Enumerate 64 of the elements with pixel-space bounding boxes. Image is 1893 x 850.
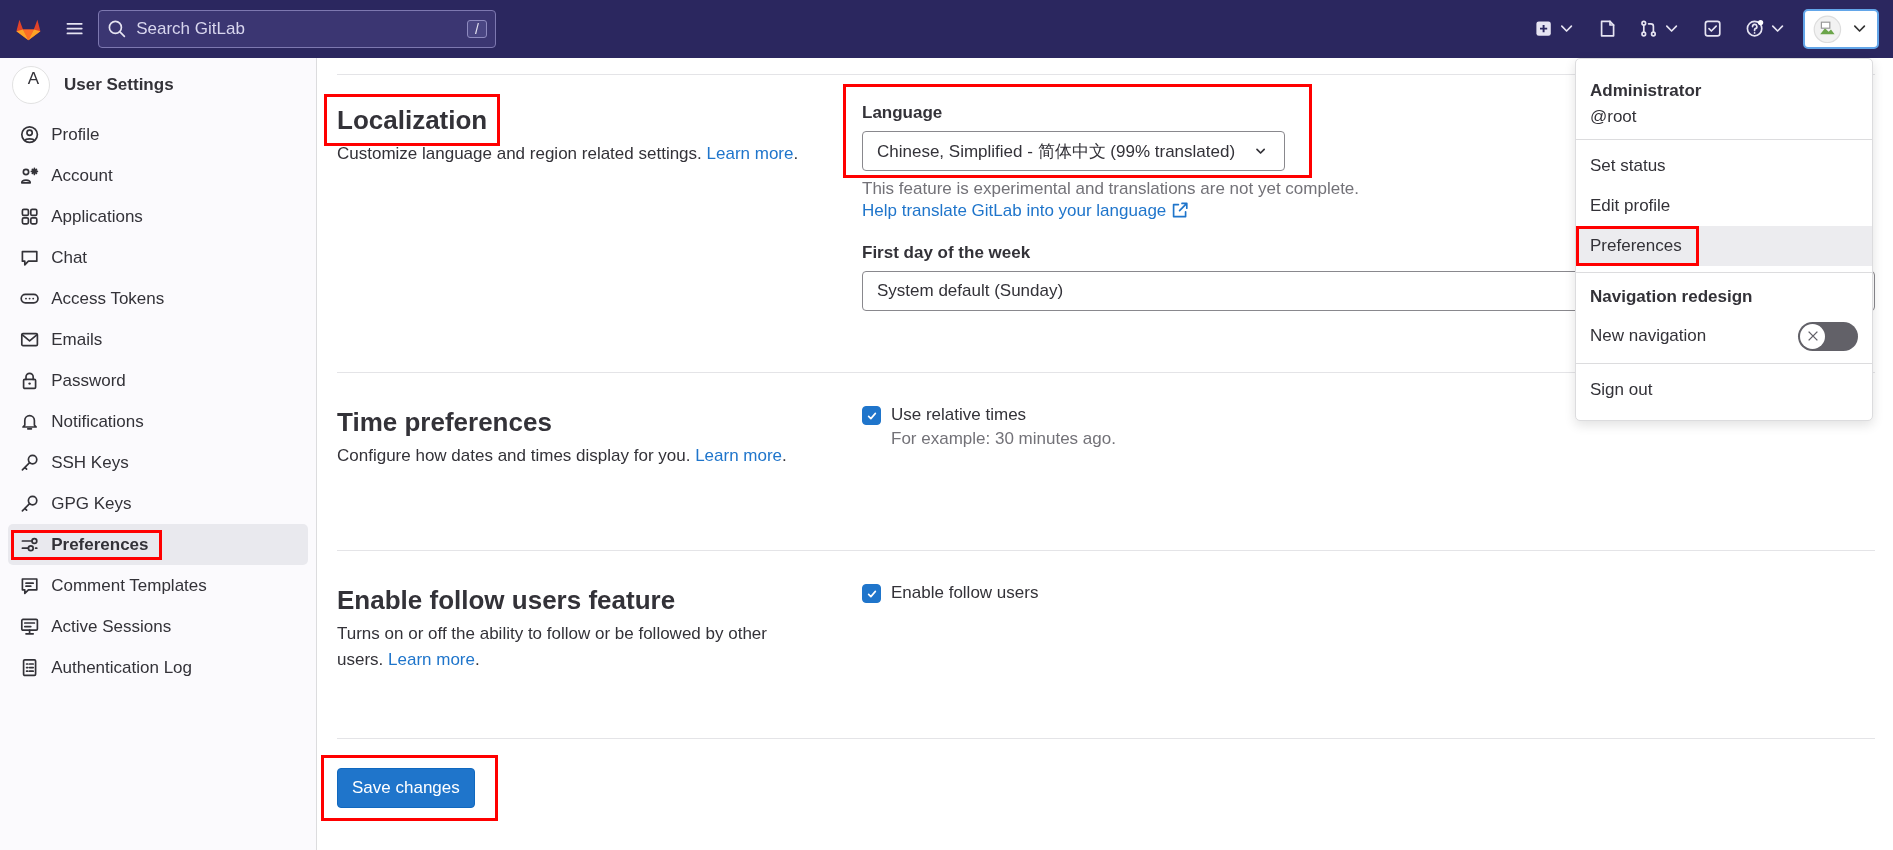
plus-square-icon bbox=[1533, 19, 1553, 39]
checkbox[interactable] bbox=[862, 406, 881, 425]
menu-item-label: Preferences bbox=[1590, 236, 1682, 255]
checkbox-icon bbox=[1703, 19, 1723, 39]
sidebar-item[interactable]: Profile bbox=[8, 114, 308, 155]
select-field[interactable]: Chinese, Simplified - 简体中文 (99% translated) bbox=[862, 131, 1286, 171]
user-name: Administrator bbox=[1590, 81, 1703, 101]
sidebar-item[interactable]: SSH Keys bbox=[8, 442, 308, 483]
menu-item[interactable]: Sign out bbox=[1576, 370, 1872, 410]
monitor-icon bbox=[20, 616, 40, 637]
sidebar-item[interactable]: GPG Keys bbox=[8, 483, 308, 524]
search-input[interactable]: Search GitLab bbox=[134, 18, 460, 40]
field-label: Language bbox=[862, 103, 943, 123]
key-icon bbox=[20, 493, 40, 514]
help-text: This feature is experimental and translations are not yet complete. bbox=[862, 179, 1361, 199]
sidebar-item[interactable]: Authentication Log bbox=[8, 647, 308, 688]
learn-more-link[interactable]: Learn more bbox=[388, 650, 475, 669]
search-field[interactable]: Search GitLab / bbox=[98, 10, 496, 48]
learn-more-link[interactable]: Learn more bbox=[695, 446, 783, 465]
checkbox-label: Use relative times bbox=[891, 405, 1027, 424]
field-label: First day of the week bbox=[862, 243, 1031, 263]
sidebar-title: User Settings bbox=[64, 75, 174, 95]
sidebar-item[interactable]: Comment Templates bbox=[8, 565, 308, 606]
sidebar-item[interactable]: Preferences bbox=[8, 524, 308, 565]
highlight-frame: Preferences bbox=[11, 529, 162, 560]
section-heading: Enable follow users feature bbox=[337, 584, 676, 617]
merge-request-icon bbox=[1639, 19, 1659, 39]
menu-item[interactable]: Set status bbox=[1576, 146, 1872, 186]
search-icon bbox=[107, 19, 127, 39]
hint-text: For example: 30 minutes ago. bbox=[891, 429, 1116, 449]
section-description: Configure how dates and times display for you. Learn more. bbox=[337, 445, 788, 467]
checkbox-label: Enable follow users bbox=[891, 583, 1039, 602]
comment-icon bbox=[20, 575, 40, 596]
user-avatar-button[interactable] bbox=[1803, 8, 1879, 50]
learn-more-link[interactable]: Learn more bbox=[706, 144, 794, 163]
section-description: Customize language and region related settings. Learn more. bbox=[337, 143, 800, 165]
sidebar-item[interactable]: Emails bbox=[8, 319, 308, 360]
menu-group-title: Navigation redesign bbox=[1589, 286, 1754, 308]
shortcut-key: / bbox=[467, 20, 487, 38]
save-button[interactable]: Save changes bbox=[337, 768, 475, 808]
sidebar-item[interactable]: Password bbox=[8, 360, 308, 401]
section-heading: Time preferences bbox=[337, 406, 552, 439]
sidebar-item[interactable]: Chat bbox=[8, 237, 308, 278]
user-icon bbox=[20, 124, 40, 145]
menu-item[interactable]: Edit profile bbox=[1576, 186, 1872, 226]
sidebar-item[interactable]: Access Tokens bbox=[8, 278, 308, 319]
user-handle: @root bbox=[1590, 107, 1638, 127]
grid-icon bbox=[20, 206, 40, 227]
menu-item[interactable]: Preferences bbox=[1576, 226, 1872, 266]
sidebar-item[interactable]: Notifications bbox=[8, 401, 308, 442]
help-translate-link[interactable]: Help translate GitLab into your language bbox=[862, 201, 1190, 221]
broken-image-icon bbox=[1813, 14, 1842, 44]
key-icon bbox=[20, 452, 40, 473]
sidebar-item[interactable]: Active Sessions bbox=[8, 606, 308, 647]
toggle-label: New navigation bbox=[1590, 326, 1707, 346]
checkbox[interactable] bbox=[862, 584, 881, 603]
avatar-image: A bbox=[12, 66, 50, 104]
section-heading: Localization bbox=[337, 104, 488, 137]
user-gear-icon bbox=[20, 165, 40, 186]
sidebar-item[interactable]: Applications bbox=[8, 196, 308, 237]
help-icon bbox=[1744, 19, 1764, 39]
sidebar-item[interactable]: Account bbox=[8, 155, 308, 196]
section-description: Turns on or off the ability to follow or be followed by other users. Learn more. bbox=[337, 623, 768, 671]
toggle-switch[interactable] bbox=[1798, 321, 1858, 351]
